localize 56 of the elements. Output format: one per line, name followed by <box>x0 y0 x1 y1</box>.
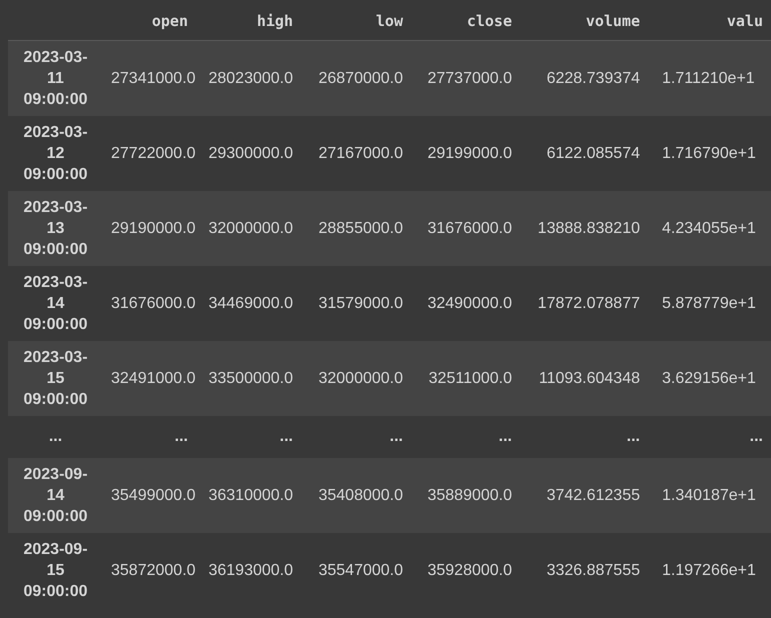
table-cell: 27737000.0 <box>411 40 520 116</box>
table-cell: ... <box>196 416 301 458</box>
table-cell: ... <box>648 416 771 458</box>
table-cell: 32000000.0 <box>301 341 411 416</box>
table-cell: 36193000.0 <box>196 533 301 608</box>
index-cell: ... <box>8 416 103 458</box>
table-cell: 36310000.0 <box>196 458 301 533</box>
table-cell: 31676000.0 <box>411 191 520 266</box>
index-cell: 2023-09-15 09:00:00 <box>8 533 103 608</box>
table-cell: 35499000.0 <box>103 458 196 533</box>
index-cell: 2023-03-13 09:00:00 <box>8 191 103 266</box>
table-cell: 31579000.0 <box>301 266 411 341</box>
table-cell: 35928000.0 <box>411 533 520 608</box>
index-cell: 2023-03-14 09:00:00 <box>8 266 103 341</box>
table-cell: 32490000.0 <box>411 266 520 341</box>
table-cell: 29190000.0 <box>103 191 196 266</box>
table-cell: 3742.612355 <box>520 458 648 533</box>
table-cell: 35889000.0 <box>411 458 520 533</box>
table-cell: 5.878779e+1 <box>648 266 771 341</box>
table-cell: 11093.604348 <box>520 341 648 416</box>
table-cell: 27341000.0 <box>103 40 196 116</box>
table-cell: 3326.887555 <box>520 533 648 608</box>
table-cell: 27167000.0 <box>301 116 411 191</box>
table-cell: ... <box>103 416 196 458</box>
table-cell: 33500000.0 <box>196 341 301 416</box>
table-cell: 32511000.0 <box>411 341 520 416</box>
index-cell: 2023-03-12 09:00:00 <box>8 116 103 191</box>
table-cell: 35872000.0 <box>103 533 196 608</box>
table-cell: 1.197266e+1 <box>648 533 771 608</box>
table-cell: 13888.838210 <box>520 191 648 266</box>
index-cell: 2023-03-15 09:00:00 <box>8 341 103 416</box>
table-cell: 34469000.0 <box>196 266 301 341</box>
table-cell: 29300000.0 <box>196 116 301 191</box>
table-cell: 3.629156e+1 <box>648 341 771 416</box>
table-cell: ... <box>520 416 648 458</box>
table-cell: 1.716790e+1 <box>648 116 771 191</box>
table-cell: 1.340187e+1 <box>648 458 771 533</box>
table-cell: ... <box>411 416 520 458</box>
table-cell: ... <box>301 416 411 458</box>
table-cell: 6228.739374 <box>520 40 648 116</box>
table-cell: 31676000.0 <box>103 266 196 341</box>
table-cell: 32491000.0 <box>103 341 196 416</box>
table-cell: 6122.085574 <box>520 116 648 191</box>
index-cell: 2023-03-11 09:00:00 <box>8 40 103 116</box>
table-cell: 26870000.0 <box>301 40 411 116</box>
table-cell: 27722000.0 <box>103 116 196 191</box>
table-cell: 29199000.0 <box>411 116 520 191</box>
index-cell: 2023-09-14 09:00:00 <box>8 458 103 533</box>
table-cell: 4.234055e+1 <box>648 191 771 266</box>
table-cell: 35547000.0 <box>301 533 411 608</box>
table-cell: 17872.078877 <box>520 266 648 341</box>
table-cell: 28855000.0 <box>301 191 411 266</box>
table-cell: 32000000.0 <box>196 191 301 266</box>
table-cell: 1.711210e+1 <box>648 40 771 116</box>
table-cell: 35408000.0 <box>301 458 411 533</box>
table-cell: 28023000.0 <box>196 40 301 116</box>
